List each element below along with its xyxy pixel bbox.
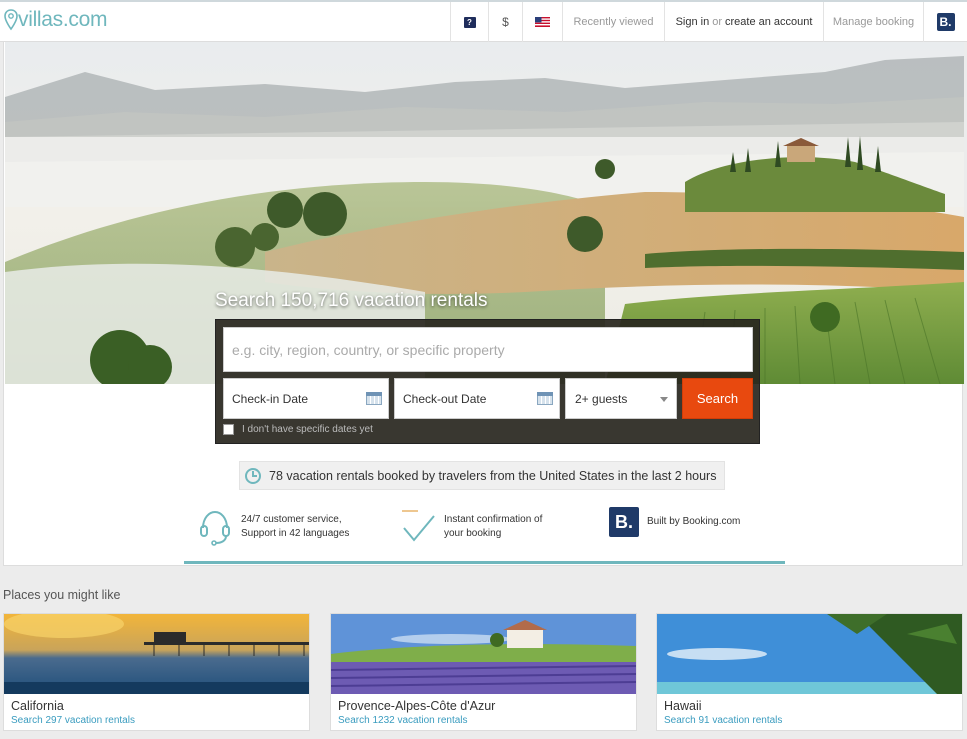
calendar-icon[interactable] — [537, 392, 553, 405]
booking-logo-icon: B. — [936, 13, 955, 31]
place-search-link[interactable]: Search 297 vacation rentals — [11, 715, 135, 726]
search-box: Check-in Date Check-out Date 2+ guests S… — [215, 319, 760, 444]
help-icon: ? — [463, 16, 476, 28]
language-selector[interactable] — [522, 2, 562, 42]
hawaii-beach-image — [657, 614, 962, 694]
place-card-hawaii[interactable]: Hawaii Search 91 vacation rentals — [656, 613, 963, 731]
feature-line: 24/7 customer service, — [241, 514, 342, 525]
search-button[interactable]: Search — [682, 378, 753, 419]
recent-bookings-text: 78 vacation rentals booked by travelers … — [269, 468, 717, 483]
guests-value: 2+ guests — [575, 391, 628, 406]
feature-customer-service: 24/7 customer service, Support in 42 lan… — [197, 507, 349, 547]
help-button[interactable]: ? — [450, 2, 488, 42]
currency-selector[interactable]: $ — [488, 2, 522, 42]
chevron-down-icon — [660, 397, 668, 402]
no-dates-checkbox[interactable] — [223, 424, 234, 435]
hero-title: Search 150,716 vacation rentals — [215, 290, 488, 311]
feature-line: Instant confirmation of — [444, 514, 543, 525]
checkmark-icon — [400, 507, 436, 547]
clock-icon — [245, 467, 261, 484]
place-card-provence[interactable]: Provence-Alpes-Côte d'Azur Search 1232 v… — [330, 613, 637, 731]
recently-viewed-link[interactable]: Recently viewed — [562, 2, 664, 42]
no-dates-option[interactable]: I don't have specific dates yet — [223, 424, 373, 435]
feature-instant-confirmation: Instant confirmation of your booking — [400, 507, 542, 547]
header-nav: ? $ Recently viewed Sign in or create an… — [450, 2, 967, 42]
create-account-link[interactable]: create an account — [725, 16, 812, 28]
or-separator: or — [712, 16, 722, 28]
no-dates-label: I don't have specific dates yet — [242, 424, 373, 435]
feature-built-by-booking: B. Built by Booking.com — [609, 507, 740, 537]
place-card-california[interactable]: California Search 297 vacation rentals — [3, 613, 310, 731]
sign-in-link[interactable]: Sign in — [676, 16, 710, 28]
places-section-title: Places you might like — [3, 588, 121, 602]
feature-text: 24/7 customer service, Support in 42 lan… — [241, 513, 349, 541]
us-flag-icon — [535, 17, 550, 27]
guests-select[interactable]: 2+ guests — [565, 378, 677, 419]
account-links: Sign in or create an account — [664, 2, 823, 42]
check-in-date-field[interactable]: Check-in Date — [223, 378, 389, 419]
booking-logo-icon: B. — [609, 507, 639, 537]
headset-icon — [197, 507, 233, 547]
section-divider — [184, 561, 785, 564]
feature-line: your booking — [444, 528, 502, 539]
villas-logo[interactable]: villas.com — [4, 8, 107, 32]
manage-booking-link[interactable]: Manage booking — [823, 2, 923, 42]
place-search-link[interactable]: Search 91 vacation rentals — [664, 715, 782, 726]
map-pin-icon — [4, 9, 18, 31]
top-navigation-bar: villas.com ? $ Recently viewed Sign in o… — [0, 0, 967, 42]
calendar-icon[interactable] — [366, 392, 382, 405]
feature-text: Instant confirmation of your booking — [444, 513, 542, 541]
feature-line: Support in 42 languages — [241, 528, 350, 539]
place-name: Hawaii — [664, 699, 702, 713]
check-out-date-field[interactable]: Check-out Date — [394, 378, 560, 419]
logo-text: villas.com — [18, 8, 108, 31]
place-name: California — [11, 699, 64, 713]
feature-line: Built by Booking.com — [647, 516, 741, 527]
check-in-label: Check-in Date — [232, 391, 309, 406]
booking-com-link[interactable]: B. — [923, 2, 967, 42]
recent-bookings-banner: 78 vacation rentals booked by travelers … — [239, 461, 725, 490]
place-search-link[interactable]: Search 1232 vacation rentals — [338, 715, 468, 726]
main-panel: Search 150,716 vacation rentals Check-in… — [3, 42, 964, 566]
check-out-label: Check-out Date — [403, 391, 487, 406]
california-pier-image — [4, 614, 309, 694]
destination-search-input[interactable] — [223, 327, 753, 372]
place-name: Provence-Alpes-Côte d'Azur — [338, 699, 496, 713]
provence-lavender-image — [331, 614, 636, 694]
